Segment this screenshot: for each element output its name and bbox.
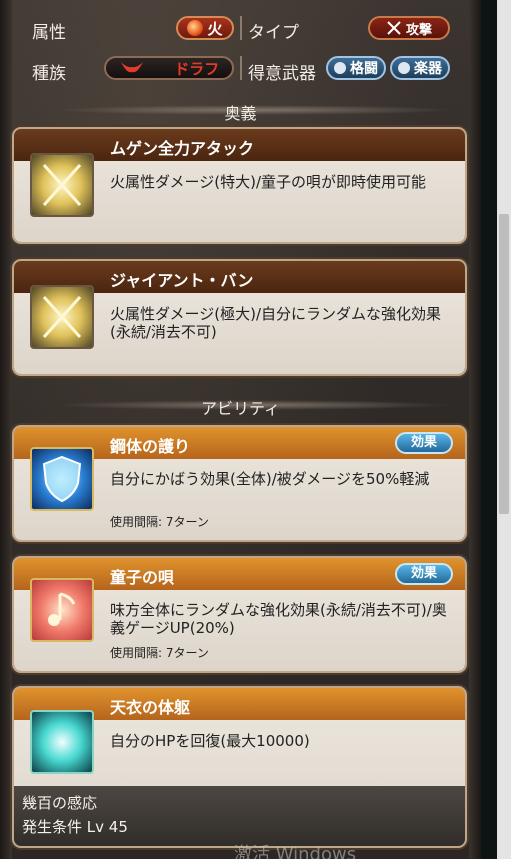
divider (240, 16, 242, 40)
extended-support-box: 幾百の感応 発生条件 Lv 45 (14, 786, 465, 846)
race-value: ドラフ (174, 59, 220, 78)
support-description: 自分のHPを回復(最大10000) (110, 732, 310, 750)
ability-description: 自分にかばう効果(全体)/被ダメージを50%軽減 (110, 470, 430, 488)
shield-icon (30, 447, 94, 511)
support-name: 天衣の体躯 (110, 698, 191, 717)
crossed-swords-small-icon (387, 21, 401, 35)
attribute-label: 属性 (32, 23, 66, 43)
draph-horns-icon (120, 62, 143, 73)
weapon-badge-instrument: 楽器 (390, 56, 450, 80)
ability-cooldown: 使用間隔: 7ターン (110, 515, 209, 529)
effect-button[interactable]: 効果 (395, 563, 453, 585)
crossed-swords-icon (30, 285, 94, 349)
ougi-description: 火属性ダメージ(極大)/自分にランダムな強化効果(永続/消去不可) (110, 305, 442, 341)
instrument-icon (398, 62, 410, 74)
ougi-card[interactable]: ジャイアント・バン 火属性ダメージ(極大)/自分にランダムな強化効果(永続/消去… (14, 261, 465, 374)
ougi-name: ムゲン全力アタック (110, 139, 255, 158)
fist-icon (334, 62, 346, 74)
windows-activation-watermark: 激活 Windows (234, 844, 357, 859)
heal-burst-icon (30, 710, 94, 774)
divider (240, 56, 242, 80)
section-title-ougi: 奥義 (224, 104, 257, 123)
ability-name: 鋼体の護り (110, 437, 191, 456)
ability-card[interactable]: 童子の唄 効果 味方全体にランダムな強化効果(永続/消去不可)/奥義ゲージUP(… (14, 558, 465, 671)
ability-description: 味方全体にランダムな強化効果(永続/消去不可)/奥義ゲージUP(20%) (110, 601, 447, 637)
extended-support-condition: 発生条件 Lv 45 (22, 818, 128, 836)
weapon-badge-fist: 格闘 (326, 56, 386, 80)
fire-icon (187, 20, 204, 36)
scrollbar-thumb[interactable] (499, 214, 509, 514)
music-note-icon (30, 578, 94, 642)
type-badge: 攻撃 (368, 16, 450, 40)
element-badge: 火 (176, 16, 234, 40)
ability-cooldown: 使用間隔: 7ターン (110, 646, 209, 660)
weapon-name: 格闘 (350, 61, 378, 77)
race-label: 種族 (32, 64, 66, 84)
ougi-description: 火属性ダメージ(特大)/童子の唄が即時使用可能 (110, 173, 427, 191)
type-label: タイプ (248, 23, 299, 43)
race-badge: ドラフ (104, 56, 234, 80)
crossed-swords-icon (30, 153, 94, 217)
ability-name: 童子の唄 (110, 568, 175, 587)
weapon-label: 得意武器 (248, 64, 316, 84)
ability-card[interactable]: 鋼体の護り 効果 自分にかばう効果(全体)/被ダメージを50%軽減 使用間隔: … (14, 427, 465, 540)
section-title-ability: アビリティ (200, 399, 281, 418)
panel-border-right (469, 0, 481, 859)
weapon-name: 楽器 (414, 61, 442, 77)
character-detail-panel: 属性 火 タイプ 攻撃 種族 ドラフ 得意武器 格闘 楽器 奥義 ムゲン全力アタ… (0, 0, 481, 859)
extended-support-name: 幾百の感応 (22, 794, 98, 812)
panel-border-left (0, 0, 12, 859)
ougi-card[interactable]: ムゲン全力アタック 火属性ダメージ(特大)/童子の唄が即時使用可能 (14, 129, 465, 242)
support-ability-card[interactable]: 天衣の体躯 自分のHPを回復(最大10000) 幾百の感応 発生条件 Lv 45 (14, 688, 465, 846)
ougi-name: ジャイアント・バン (110, 271, 254, 290)
effect-button[interactable]: 効果 (395, 432, 453, 454)
type-value: 攻撃 (405, 22, 432, 38)
element-value: 火 (207, 19, 223, 38)
